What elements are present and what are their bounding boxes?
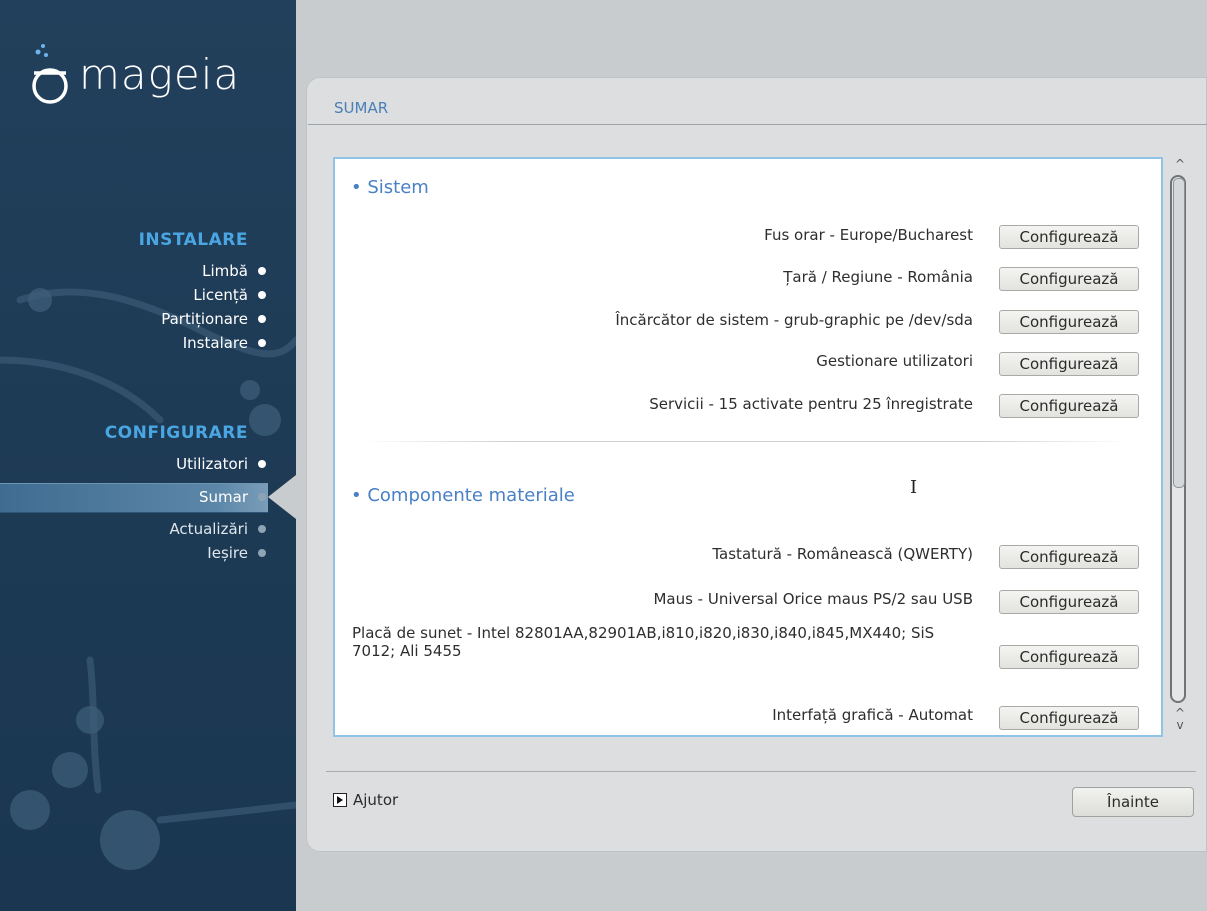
configure-bootloader-button[interactable]: Configurează [999,310,1139,334]
nav-section-install: INSTALARE [138,230,248,250]
help-label[interactable]: Ajutor [353,791,398,809]
step-pending-dot-icon [258,525,266,533]
section-title-hardware: • Componente materiale [351,485,575,506]
nav-item-label: Ieșire [207,544,248,562]
step-done-dot-icon [258,315,266,323]
step-pending-dot-icon [258,549,266,557]
step-done-dot-icon [258,291,266,299]
nav-item-label: Actualizări [169,520,248,538]
nav-item-partitioning: Partiționare [161,307,266,331]
summary-row-label: Tastatură - Românească (QWERTY) [712,545,973,563]
mageia-logo-text: mageia [79,50,241,99]
summary-content: • Sistem Fus orar - Europe/Bucharest Con… [333,157,1163,737]
scrollbar[interactable]: ^ ^ v [1167,157,1193,739]
panel-header: SUMAR [308,90,1207,125]
step-done-dot-icon [258,460,266,468]
nav-item-users: Utilizatori [176,452,266,476]
blossom-decoration-icon [0,288,296,870]
step-done-dot-icon [258,339,266,347]
scroll-thumb[interactable] [1173,178,1185,488]
nav-item-label: Instalare [182,334,248,352]
nav-section-configure: CONFIGURARE [104,423,248,443]
nav-active-pointer-icon [268,475,296,519]
scroll-track[interactable] [1170,175,1186,703]
step-done-dot-icon [258,267,266,275]
configure-timezone-button[interactable]: Configurează [999,225,1139,249]
mageia-cauldron-icon [32,44,68,104]
nav-item-license: Licență [193,283,266,307]
nav-item-exit: Ieșire [207,541,266,565]
nav-item-summary: Sumar [199,485,266,509]
next-button[interactable]: Înainte [1072,787,1194,817]
scroll-up-icon[interactable]: ^ [1171,157,1189,171]
summary-row-label: Placă de sunet - Intel 82801AA,82901AB,i… [352,624,935,660]
configure-users-button[interactable]: Configurează [999,352,1139,376]
step-current-dot-icon [258,493,266,501]
nav-item-label: Utilizatori [176,455,248,473]
configure-graphics-button[interactable]: Configurează [999,706,1139,730]
summary-row-label: Gestionare utilizatori [816,352,973,370]
nav-item-language: Limbă [202,259,266,283]
nav-item-label: Limbă [202,262,248,280]
sidebar: mageia INSTALARE Limbă Licență Partițion… [0,0,296,911]
expand-arrow-icon[interactable] [333,793,347,807]
section-divider [360,441,1130,442]
nav-item-updates: Actualizări [169,517,266,541]
summary-row-label: Interfață grafică - Automat [772,706,973,724]
configure-country-button[interactable]: Configurează [999,267,1139,291]
configure-mouse-button[interactable]: Configurează [999,590,1139,614]
summary-row-label: Țară / Regiune - România [783,268,973,286]
mageia-logo: mageia [30,42,239,108]
summary-row-label: Fus orar - Europe/Bucharest [764,226,973,244]
nav-item-installation: Instalare [182,331,266,355]
footer-divider [326,771,1196,772]
summary-row-label: Servicii - 15 activate pentru 25 înregis… [649,395,973,413]
configure-services-button[interactable]: Configurează [999,394,1139,418]
configure-keyboard-button[interactable]: Configurează [999,545,1139,569]
page-title: SUMAR [334,99,389,117]
configure-soundcard-button[interactable]: Configurează [999,645,1139,669]
summary-row-label: Încărcător de sistem - grub-graphic pe /… [615,311,973,329]
help-expander[interactable]: Ajutor [333,789,398,811]
scroll-down-icon[interactable]: ^ v [1170,707,1190,737]
nav-item-label: Sumar [199,488,248,506]
nav-item-label: Licență [193,286,248,304]
summary-row-label: Maus - Universal Orice maus PS/2 sau USB [653,590,973,608]
section-title-system: • Sistem [351,177,429,198]
text-cursor-icon: I [910,477,918,498]
nav-item-label: Partiționare [161,310,248,328]
